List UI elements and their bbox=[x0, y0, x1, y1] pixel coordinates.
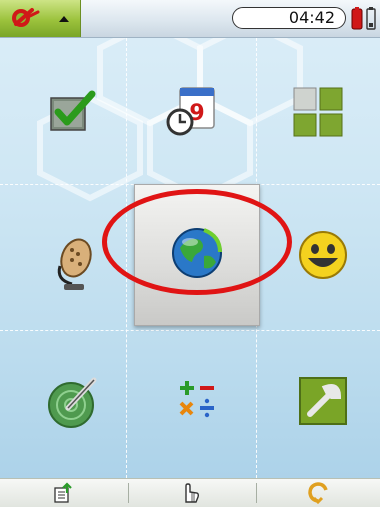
app-menu-button[interactable] bbox=[0, 0, 81, 37]
microphone-icon bbox=[57, 238, 92, 290]
app-calendar[interactable]: 9 bbox=[128, 38, 254, 184]
export-icon bbox=[54, 482, 72, 503]
brand-logo-icon bbox=[12, 8, 40, 27]
bottom-toolbar bbox=[0, 478, 380, 507]
status-bar: 04:42 bbox=[0, 0, 380, 38]
highlight-annotation bbox=[102, 189, 292, 295]
app-radar[interactable] bbox=[0, 330, 126, 476]
app-settings[interactable] bbox=[256, 330, 380, 476]
battery-icon bbox=[351, 7, 376, 30]
wrench-icon bbox=[299, 377, 347, 425]
grid-icon bbox=[293, 87, 343, 137]
rotate-icon bbox=[308, 482, 328, 504]
caret-up-icon bbox=[59, 16, 69, 22]
app-calculator[interactable] bbox=[128, 330, 254, 476]
pointer-button[interactable] bbox=[128, 479, 254, 507]
app-grid: 9 bbox=[0, 38, 380, 478]
app-grid-launcher[interactable] bbox=[256, 38, 380, 184]
calculator-icon bbox=[179, 381, 214, 418]
export-button[interactable] bbox=[0, 479, 126, 507]
rotate-button[interactable] bbox=[256, 479, 380, 507]
calendar-clock-icon: 9 bbox=[166, 87, 215, 136]
app-tasks[interactable] bbox=[0, 38, 126, 184]
checkbox-icon bbox=[50, 90, 96, 131]
pointer-hand-icon bbox=[185, 483, 200, 503]
clock-display[interactable]: 04:42 bbox=[232, 7, 346, 29]
radar-pen-icon bbox=[48, 377, 97, 428]
smiley-icon bbox=[299, 231, 347, 279]
